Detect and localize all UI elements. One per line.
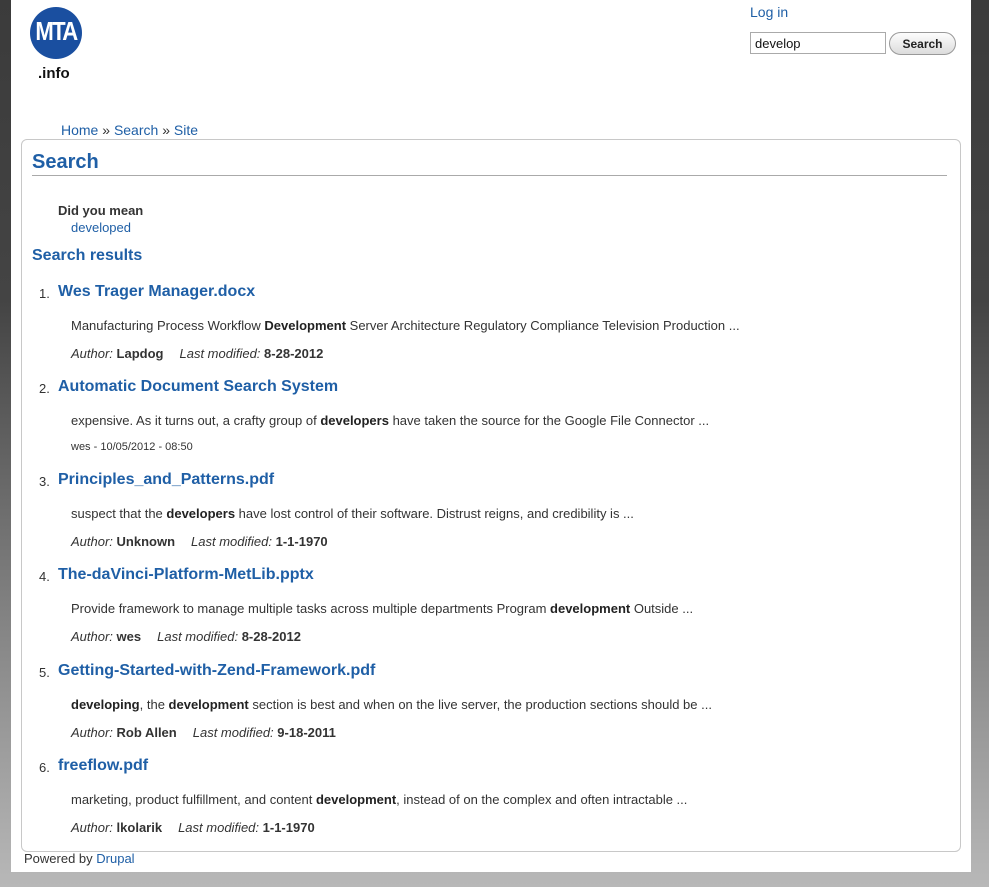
search-panel: Search Did you mean developed Search res… <box>21 139 961 852</box>
breadcrumb-separator: » <box>102 122 111 138</box>
result-number: 1. <box>39 286 50 301</box>
result-modified: 1-1-1970 <box>262 820 315 835</box>
result-number: 2. <box>39 381 50 396</box>
result-title-link[interactable]: Wes Trager Manager.docx <box>58 283 255 301</box>
footer: Powered by Drupal <box>24 851 135 866</box>
page: MTA .info Log in Search Home » Search » … <box>11 0 971 872</box>
result-number: 6. <box>39 760 50 775</box>
result-info: wes - 10/05/2012 - 08:50 <box>71 441 193 453</box>
mta-info-logo[interactable]: MTA .info <box>30 7 90 87</box>
result-meta: Author: wes Last modified: 8-28-2012 <box>71 629 301 644</box>
result-snippet: Manufacturing Process Workflow Developme… <box>71 318 740 333</box>
breadcrumb: Home » Search » Site <box>61 122 198 138</box>
result-snippet: suspect that the developers have lost co… <box>71 506 634 521</box>
result-title-link[interactable]: Automatic Document Search System <box>58 378 338 396</box>
footer-text: Powered by <box>24 851 97 866</box>
result-number: 3. <box>39 474 50 489</box>
breadcrumb-site[interactable]: Site <box>174 122 198 138</box>
result-author: Unknown <box>116 534 176 549</box>
login-link[interactable]: Log in <box>750 4 788 20</box>
result-modified: 8-28-2012 <box>264 346 324 361</box>
result-meta: Author: Rob Allen Last modified: 9-18-201… <box>71 725 336 740</box>
drupal-link[interactable]: Drupal <box>96 851 134 866</box>
logo-suffix: .info <box>38 65 70 82</box>
page-title: Search <box>32 151 99 173</box>
result-title-link[interactable]: freeflow.pdf <box>58 757 148 775</box>
result-snippet: marketing, product fulfillment, and cont… <box>71 792 688 807</box>
title-divider <box>32 175 947 176</box>
result-author: wes <box>116 629 142 644</box>
result-modified: 8-28-2012 <box>241 629 301 644</box>
result-meta: Author: Lapdog Last modified: 8-28-2012 <box>71 346 324 361</box>
result-author: Rob Allen <box>116 725 177 740</box>
result-title-link[interactable]: Getting-Started-with-Zend-Framework.pdf <box>58 662 375 680</box>
breadcrumb-search[interactable]: Search <box>114 122 158 138</box>
breadcrumb-separator: » <box>162 122 170 138</box>
result-meta: Author: lkolarik Last modified: 1-1-1970 <box>71 820 315 835</box>
results-heading: Search results <box>32 247 143 264</box>
result-author: Lapdog <box>116 346 164 361</box>
result-title-link[interactable]: The-daVinci-Platform-MetLib.pptx <box>58 566 314 584</box>
result-number: 4. <box>39 569 50 584</box>
suggestion-link[interactable]: developed <box>71 220 131 235</box>
result-number: 5. <box>39 665 50 680</box>
result-snippet: developing, the development section is b… <box>71 697 712 712</box>
logo-mark: MTA <box>35 16 78 46</box>
result-snippet: expensive. As it turns out, a crafty gro… <box>71 413 710 428</box>
result-author: lkolarik <box>116 820 163 835</box>
result-title-link[interactable]: Principles_and_Patterns.pdf <box>58 471 274 489</box>
breadcrumb-home[interactable]: Home <box>61 122 98 138</box>
did-you-mean-label: Did you mean <box>58 203 144 218</box>
result-meta: Author: Unknown Last modified: 1-1-1970 <box>71 534 328 549</box>
search-input[interactable] <box>750 32 886 54</box>
result-modified: 9-18-2011 <box>277 725 336 740</box>
search-button[interactable]: Search <box>889 32 956 55</box>
result-snippet: Provide framework to manage multiple tas… <box>71 601 694 616</box>
result-modified: 1-1-1970 <box>275 534 328 549</box>
